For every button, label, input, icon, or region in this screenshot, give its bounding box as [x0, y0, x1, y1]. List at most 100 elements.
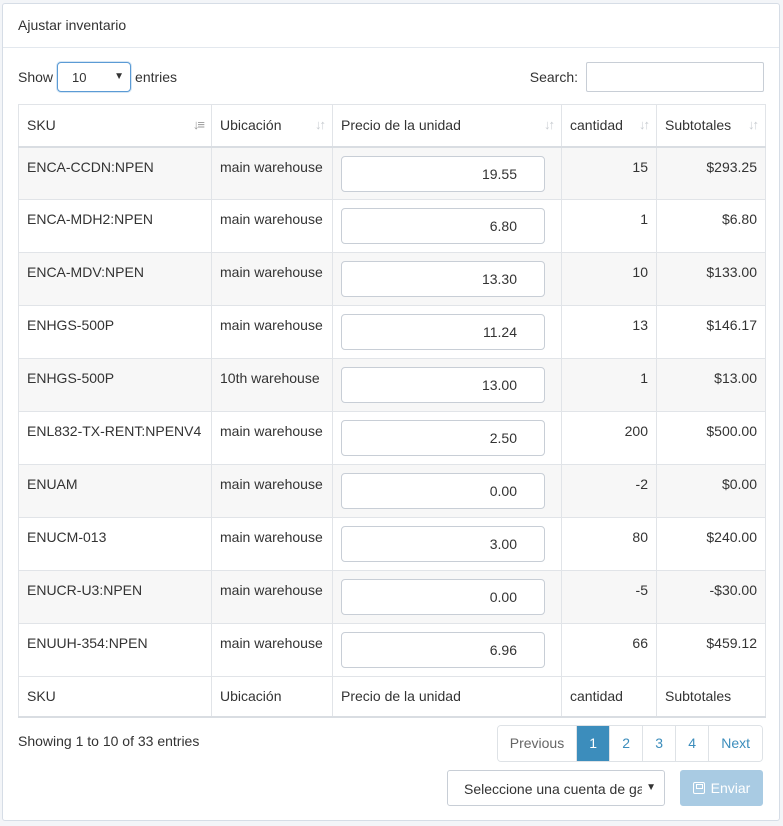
sku-cell: ENCA-MDV:NPEN — [18, 252, 212, 306]
quantity-cell: -5 — [561, 570, 657, 624]
pagination-page-2[interactable]: 2 — [609, 726, 643, 761]
entries-select-value: 10 — [72, 70, 87, 85]
search-control: Search: — [530, 62, 764, 92]
quantity-cell: 200 — [561, 411, 657, 465]
sku-cell: ENUUH-354:NPEN — [18, 623, 212, 677]
table-controls: Show 10 ▼ entries Search: — [3, 62, 779, 96]
footer-location: Ubicación — [211, 676, 333, 718]
sku-cell: ENCA-CCDN:NPEN — [18, 146, 212, 200]
subtotal-cell: $240.00 — [656, 517, 766, 571]
column-header-subtotal[interactable]: Subtotales ↓↑ — [656, 104, 766, 148]
unit-price-input[interactable]: 13.30 — [341, 261, 545, 297]
pagination-page-1[interactable]: 1 — [576, 726, 610, 761]
column-header-unit-price[interactable]: Precio de la unidad ↓↑ — [332, 104, 562, 148]
footer-quantity: cantidad — [561, 676, 657, 718]
footer-unit-price: Precio de la unidad — [332, 676, 562, 718]
subtotal-cell: -$30.00 — [656, 570, 766, 624]
table-row: ENUCR-U3:NPEN main warehouse 0.00 -5 -$3… — [18, 570, 766, 624]
sku-cell: ENHGS-500P — [18, 305, 212, 359]
subtotal-cell: $0.00 — [656, 464, 766, 518]
sku-cell: ENL832-TX-RENT:NPENV4 — [18, 411, 212, 465]
sort-icon: ↓↑ — [639, 117, 650, 132]
subtotal-cell: $133.00 — [656, 252, 766, 306]
expense-account-select[interactable]: Seleccione una cuenta de ga ▼ — [447, 770, 665, 806]
location-cell: main warehouse — [211, 146, 333, 200]
location-cell: main warehouse — [211, 464, 333, 518]
show-label: Show — [18, 69, 54, 85]
sku-cell: ENCA-MDH2:NPEN — [18, 199, 212, 253]
sort-icon: ↓↑ — [544, 117, 555, 132]
table-row: ENCA-MDV:NPEN main warehouse 13.30 10 $1… — [18, 252, 766, 306]
subtotal-cell: $500.00 — [656, 411, 766, 465]
location-cell: main warehouse — [211, 570, 333, 624]
unit-price-input[interactable]: 0.00 — [341, 473, 545, 509]
sku-cell: ENUCM-013 — [18, 517, 212, 571]
location-cell: main warehouse — [211, 411, 333, 465]
subtotal-cell: $459.12 — [656, 623, 766, 677]
pagination-previous[interactable]: Previous — [497, 726, 577, 761]
quantity-cell: 80 — [561, 517, 657, 571]
table-row: ENL832-TX-RENT:NPENV4 main warehouse 2.5… — [18, 411, 766, 465]
sort-icon: ↓↑ — [315, 117, 326, 132]
table-row: ENUAM main warehouse 0.00 -2 $0.00 — [18, 464, 766, 518]
chevron-down-icon: ▼ — [114, 71, 125, 82]
account-select-value: Seleccione una cuenta de ga — [464, 781, 642, 797]
location-cell: main warehouse — [211, 517, 333, 571]
sku-cell: ENUAM — [18, 464, 212, 518]
unit-price-input[interactable]: 3.00 — [341, 526, 545, 562]
table-row: ENCA-MDH2:NPEN main warehouse 6.80 1 $6.… — [18, 199, 766, 253]
location-cell: main warehouse — [211, 252, 333, 306]
unit-price-input[interactable]: 2.50 — [341, 420, 545, 456]
unit-price-input[interactable]: 13.00 — [341, 367, 545, 403]
unit-price-input[interactable]: 19.55 — [341, 155, 545, 192]
table-row: ENCA-CCDN:NPEN main warehouse 19.55 15 $… — [18, 146, 766, 200]
search-label: Search: — [529, 69, 578, 85]
unit-price-input[interactable]: 0.00 — [341, 579, 545, 615]
table-row: ENUCM-013 main warehouse 3.00 80 $240.00 — [18, 517, 766, 571]
sort-ascending-icon: ↓≡ — [192, 117, 205, 132]
submit-button[interactable]: Enviar — [680, 770, 763, 806]
pagination-next[interactable]: Next — [708, 726, 762, 761]
unit-price-input[interactable]: 11.24 — [341, 314, 545, 350]
search-input[interactable] — [586, 62, 764, 92]
sku-cell: ENUCR-U3:NPEN — [18, 570, 212, 624]
inventory-panel: Ajustar inventario Show 10 ▼ entries Sea… — [2, 3, 780, 821]
pagination-page-3[interactable]: 3 — [642, 726, 676, 761]
chevron-down-icon: ▼ — [646, 782, 656, 793]
unit-price-input[interactable]: 6.96 — [341, 632, 545, 668]
sort-icon: ↓↑ — [748, 117, 759, 132]
location-cell: main warehouse — [211, 623, 333, 677]
unit-price-input[interactable]: 6.80 — [341, 208, 545, 244]
subtotal-cell: $293.25 — [656, 146, 766, 200]
quantity-cell: 13 — [561, 305, 657, 359]
table-row: ENHGS-500P 10th warehouse 13.00 1 $13.00 — [18, 358, 766, 412]
length-control: Show 10 ▼ entries — [18, 62, 177, 92]
quantity-cell: 66 — [561, 623, 657, 677]
pagination-page-4[interactable]: 4 — [675, 726, 709, 761]
table-row: ENHGS-500P main warehouse 11.24 13 $146.… — [18, 305, 766, 359]
quantity-cell: 1 — [561, 358, 657, 412]
table-row: ENUUH-354:NPEN main warehouse 6.96 66 $4… — [18, 623, 766, 677]
quantity-cell: 1 — [561, 199, 657, 253]
footer-subtotal: Subtotales — [656, 676, 766, 718]
save-icon — [692, 782, 705, 794]
table-header-row: SKU ↓≡ Ubicación ↓↑ Precio de la unidad ↓↑ … — [18, 104, 766, 148]
submit-label: Enviar — [710, 780, 751, 796]
entries-label: entries — [135, 69, 178, 85]
subtotal-cell: $146.17 — [656, 305, 766, 359]
quantity-cell: 10 — [561, 252, 657, 306]
pagination: Previous 1 2 3 4 Next — [496, 725, 763, 762]
table-footer-row: SKU Ubicación Precio de la unidad cantid… — [18, 676, 766, 718]
column-header-quantity[interactable]: cantidad ↓↑ — [561, 104, 657, 148]
subtotal-cell: $6.80 — [656, 199, 766, 253]
sku-cell: ENHGS-500P — [18, 358, 212, 412]
quantity-cell: -2 — [561, 464, 657, 518]
quantity-cell: 15 — [561, 146, 657, 200]
entries-select[interactable]: 10 ▼ — [57, 62, 132, 92]
column-header-sku[interactable]: SKU ↓≡ — [18, 104, 212, 148]
location-cell: main warehouse — [211, 199, 333, 253]
panel-title: Ajustar inventario — [3, 4, 779, 48]
location-cell: 10th warehouse — [211, 358, 333, 412]
location-cell: main warehouse — [211, 305, 333, 359]
column-header-location[interactable]: Ubicación ↓↑ — [211, 104, 333, 148]
